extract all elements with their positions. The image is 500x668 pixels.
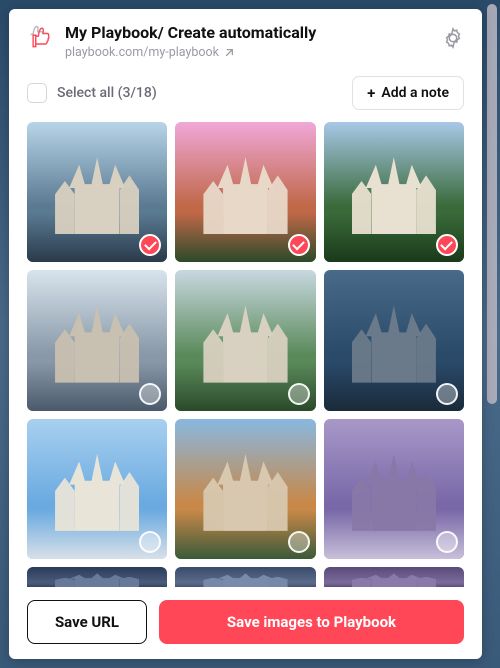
thumbnail-tile[interactable]	[175, 419, 315, 559]
thumbnail-tile[interactable]	[27, 270, 167, 410]
thumbnail-tile[interactable]	[324, 122, 464, 262]
page-title: My Playbook/ Create automatically	[65, 23, 432, 43]
select-all-checkbox[interactable]	[27, 83, 47, 103]
plus-icon: +	[367, 86, 375, 101]
thumbnail-tile[interactable]	[324, 270, 464, 410]
panel-scrollbar[interactable]	[487, 4, 497, 404]
select-circle-icon[interactable]	[139, 383, 161, 405]
extension-panel: My Playbook/ Create automatically playbo…	[9, 9, 482, 659]
save-url-button[interactable]: Save URL	[27, 600, 147, 644]
toolbar: Select all (3/18) + Add a note	[9, 70, 482, 122]
thumbnail-tile[interactable]	[175, 122, 315, 262]
select-circle-icon[interactable]	[436, 383, 458, 405]
thumbnail-tile[interactable]	[27, 122, 167, 262]
thumbnail-image	[175, 567, 315, 587]
thumbnail-grid	[27, 122, 464, 587]
thumbnail-tile[interactable]	[27, 567, 167, 587]
thumbs-up-icon	[27, 23, 55, 51]
select-all-label: Select all (3/18)	[57, 85, 157, 101]
thumbnail-image	[324, 567, 464, 587]
thumbnail-tile[interactable]	[324, 567, 464, 587]
thumbnail-image	[27, 567, 167, 587]
thumbnail-tile[interactable]	[27, 419, 167, 559]
page-url[interactable]: playbook.com/my-playbook	[65, 45, 432, 60]
gear-icon	[442, 27, 464, 49]
external-link-icon	[224, 48, 234, 58]
thumbnail-tile[interactable]	[175, 567, 315, 587]
thumbnail-grid-wrap	[9, 122, 482, 587]
thumbnail-tile[interactable]	[175, 270, 315, 410]
select-all-toggle[interactable]: Select all (3/18)	[27, 83, 157, 103]
add-note-label: Add a note	[381, 85, 449, 101]
thumbnail-tile[interactable]	[324, 419, 464, 559]
page-url-text: playbook.com/my-playbook	[65, 45, 219, 60]
add-note-button[interactable]: + Add a note	[352, 76, 464, 110]
select-circle-icon[interactable]	[288, 383, 310, 405]
footer: Save URL Save images to Playbook	[9, 587, 482, 659]
save-images-button[interactable]: Save images to Playbook	[159, 600, 464, 644]
select-circle-icon[interactable]	[436, 531, 458, 553]
header-text: My Playbook/ Create automatically playbo…	[65, 23, 432, 60]
settings-button[interactable]	[442, 27, 464, 49]
select-circle-icon[interactable]	[288, 531, 310, 553]
selected-check-icon[interactable]	[288, 234, 310, 256]
header: My Playbook/ Create automatically playbo…	[9, 9, 482, 70]
